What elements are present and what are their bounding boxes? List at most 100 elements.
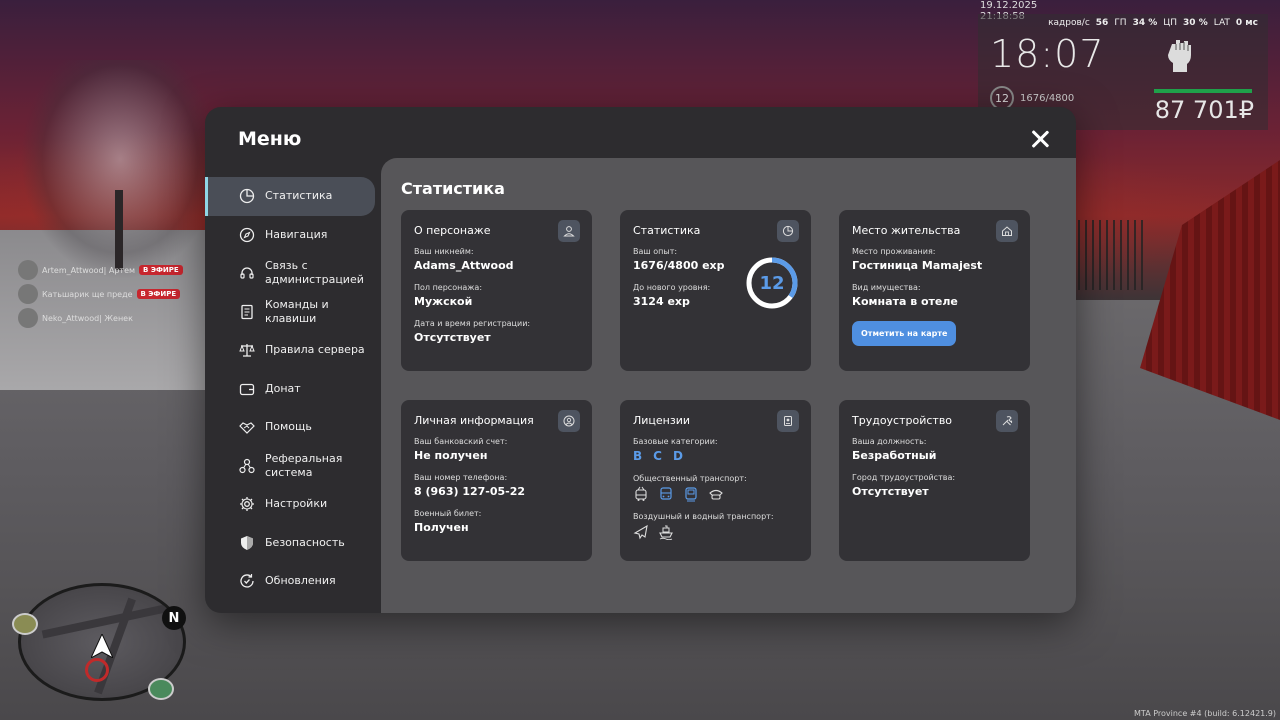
chat-name: Artem_Attwood| Артем [42, 265, 136, 275]
card-title: Трудоустройство [852, 414, 953, 427]
fps-value: 56 [1095, 18, 1109, 28]
stats-card: Статистика Ваш опыт: 1676/4800 exp До но… [620, 210, 811, 371]
sidebar-item-referral[interactable]: Реферальная система [205, 447, 381, 486]
voice-chat-list: Artem_Attwood| Артем В ЭФИРЕ Катьшарик щ… [18, 258, 183, 330]
hud-perf-stats: кадров/с 56 ГП 34 % ЦП 30 % LAT 0 мс [1048, 18, 1258, 28]
card-title: Место жительства [852, 224, 961, 237]
map-road [41, 601, 181, 639]
sidebar-item-help[interactable]: Помощь [205, 408, 381, 447]
sidebar-item-label: Команды и клавиши [265, 297, 329, 325]
chat-name: Катьшарик ще преде [42, 289, 133, 299]
shield-icon [239, 535, 255, 551]
sidebar-item-label: Статистика [265, 189, 333, 203]
driver-cap-icon [709, 489, 723, 500]
live-badge: В ЭФИРЕ [136, 289, 181, 299]
category-b: B [633, 449, 643, 463]
sidebar-item-settings[interactable]: Настройки [205, 485, 381, 524]
sidebar-item-rules[interactable]: Правила сервера [205, 331, 381, 370]
gear-icon [239, 496, 255, 512]
sidebar-item-statistics[interactable]: Статистика [205, 177, 375, 216]
field-label: Ваш никнейм: [414, 247, 474, 256]
field-label: Общественный транспорт: [633, 474, 747, 483]
card-title: Статистика [633, 224, 701, 237]
field-label: Военный билет: [414, 509, 482, 518]
nickname-value: Adams_Attwood [414, 259, 514, 272]
chat-line: Artem_Attwood| Артем В ЭФИРЕ [18, 258, 183, 282]
house-icon [996, 220, 1018, 242]
employment-city-value: Отсутствует [852, 485, 929, 498]
wallet-icon [239, 381, 255, 397]
hud-datetime: 19.12.2025 21:18:58 [980, 0, 1038, 22]
military-id-value: Получен [414, 521, 469, 534]
field-label: Пол персонажа: [414, 283, 483, 292]
content-panel: Статистика О персонаже Ваш никнейм: Adam… [381, 158, 1076, 613]
sidebar-item-commands[interactable]: Команды и клавиши [205, 293, 381, 332]
target-marker-icon [85, 658, 109, 682]
field-label: Город трудоустройства: [852, 473, 956, 482]
sidebar-item-navigation[interactable]: Навигация [205, 216, 381, 255]
air-water-transport-icons [633, 524, 798, 540]
map-blip-icon [148, 678, 174, 700]
build-info: MTA Province #4 (build: 6.12421.9) [1134, 709, 1276, 718]
category-c: C [653, 449, 662, 463]
licenses-card: Лицензии Базовые категории: B C D Общест… [620, 400, 811, 561]
field-label: Вид имущества: [852, 283, 921, 292]
live-badge: В ЭФИРЕ [139, 265, 183, 275]
gender-value: Мужской [414, 295, 473, 308]
card-title: Лицензии [633, 414, 691, 427]
sidebar-item-updates[interactable]: Обновления [205, 562, 381, 601]
employment-card: Трудоустройство Ваша должность: Безработ… [839, 400, 1030, 561]
avatar [18, 260, 38, 280]
character-card: О персонаже Ваш никнейм: Adams_Attwood П… [401, 210, 592, 371]
lat-label: LAT [1213, 18, 1230, 28]
close-icon[interactable] [1028, 127, 1052, 151]
field-label: Ваша должность: [852, 437, 927, 446]
menu-window: Меню Статистика Навигация Связь с админи… [205, 107, 1076, 613]
lat-value: 0 мс [1235, 18, 1258, 28]
sidebar-item-label: Настройки [265, 497, 328, 511]
sidebar-item-label: Донат [265, 381, 301, 395]
field-label: Место проживания: [852, 247, 936, 256]
card-title: О персонаже [414, 224, 491, 237]
sidebar-item-label: Правила сервера [265, 343, 365, 357]
hud-money: 87 701₽ [1154, 96, 1254, 124]
registration-value: Отсутствует [414, 331, 491, 344]
ship-icon [659, 525, 673, 540]
sidebar-item-label: Навигация [265, 227, 328, 241]
sidebar-item-label: Реферальная система [265, 451, 343, 479]
map-blip-icon [12, 613, 38, 635]
user-circle-icon [558, 410, 580, 432]
health-bar [1154, 89, 1252, 93]
public-transport-icons [633, 486, 798, 502]
gpu-value: 34 % [1132, 18, 1158, 28]
page-title: Статистика [401, 179, 505, 198]
sidebar-item-label: Безопасность [265, 535, 345, 549]
field-label: Ваш опыт: [633, 247, 678, 256]
avatar [18, 308, 38, 328]
sidebar-item-donate[interactable]: Донат [205, 370, 381, 409]
network-icon [239, 458, 255, 474]
residence-value: Гостиница Mamajest [852, 259, 983, 272]
field-label: Ваш банковский счет: [414, 437, 508, 446]
sidebar-item-admin-contact[interactable]: Связь с администрацией [205, 254, 381, 293]
airplane-icon [633, 524, 648, 540]
bank-account-value: Не получен [414, 449, 488, 462]
cpu-value: 30 % [1183, 18, 1208, 28]
sidebar-item-label: Обновления [265, 574, 336, 588]
menu-sidebar: Статистика Навигация Связь с администрац… [205, 177, 381, 601]
fence [1078, 220, 1148, 290]
hud-clock: 18:07 [990, 32, 1105, 76]
pie-chart-icon [777, 220, 799, 242]
card-title: Личная информация [414, 414, 534, 427]
scales-icon [239, 342, 255, 358]
mark-on-map-button[interactable]: Отметить на карте [852, 321, 957, 346]
sidebar-item-security[interactable]: Безопасность [205, 524, 381, 563]
chat-line: Катьшарик ще преде В ЭФИРЕ [18, 282, 183, 306]
chat-name: Neko_Attwood| Женек [42, 313, 133, 323]
headset-icon [239, 265, 255, 281]
position-value: Безработный [852, 449, 937, 462]
user-icon [558, 220, 580, 242]
personal-info-card: Личная информация Ваш банковский счет: Н… [401, 400, 592, 561]
refresh-check-icon [239, 573, 255, 589]
cpu-label: ЦП [1163, 18, 1178, 28]
